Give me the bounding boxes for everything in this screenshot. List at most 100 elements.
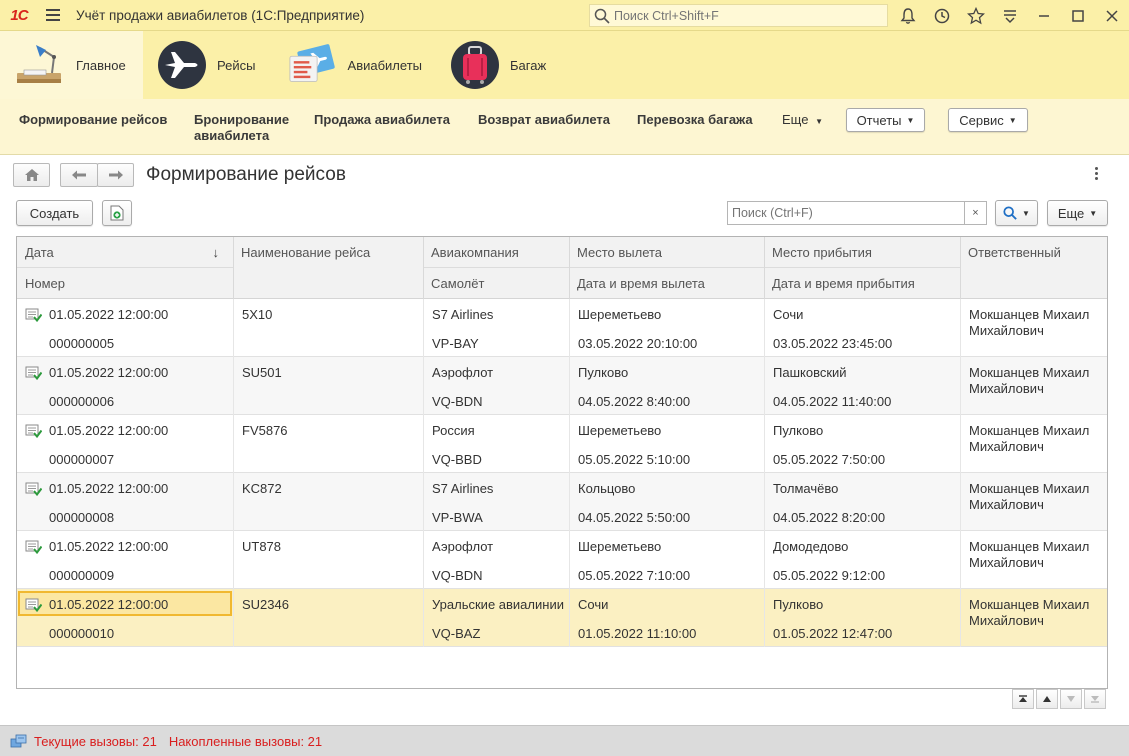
cell-number[interactable]: 000000010 — [49, 626, 114, 641]
table-row[interactable]: 01.05.2022 12:00:00 000000006 SU501 Аэро… — [17, 357, 1107, 415]
cell-flight-name[interactable]: 5Х10 — [242, 307, 272, 322]
column-header-number[interactable]: Номер — [17, 267, 233, 299]
search-button[interactable]: ▼ — [995, 200, 1038, 226]
cell-plane[interactable]: VP-BWA — [432, 510, 483, 525]
scroll-down-button[interactable] — [1060, 689, 1082, 709]
column-header-arrival-place[interactable]: Место прибытия — [764, 237, 960, 267]
cell-arrival-time[interactable]: 04.05.2022 11:40:00 — [773, 394, 891, 409]
main-menu-icon[interactable] — [38, 0, 68, 31]
cell-responsible[interactable]: Мокшанцев Михаил Михайлович — [969, 597, 1094, 629]
list-search-input[interactable] — [728, 202, 964, 224]
cell-departure-place[interactable]: Шереметьево — [578, 539, 661, 554]
column-header-plane[interactable]: Самолёт — [423, 267, 569, 299]
cell-arrival-time[interactable]: 04.05.2022 8:20:00 — [773, 510, 885, 525]
server-calls-icon[interactable] — [10, 733, 28, 749]
cell-plane[interactable]: VQ-BBD — [432, 452, 482, 467]
bell-icon[interactable] — [891, 0, 925, 31]
cell-responsible[interactable]: Мокшанцев Михаил Михайлович — [969, 539, 1094, 571]
close-icon[interactable] — [1095, 0, 1129, 31]
cell-departure-place[interactable]: Пулково — [578, 365, 628, 380]
cell-date[interactable]: 01.05.2022 12:00:00 — [49, 597, 168, 612]
more-actions-button[interactable]: Еще ▼ — [1047, 200, 1108, 226]
create-button[interactable]: Создать — [16, 200, 93, 226]
cell-airline[interactable]: S7 Airlines — [432, 481, 493, 496]
cell-number[interactable]: 000000008 — [49, 510, 114, 525]
global-search-input[interactable] — [614, 8, 874, 23]
cell-arrival-place[interactable]: Толмачёво — [773, 481, 838, 496]
cell-arrival-time[interactable]: 05.05.2022 7:50:00 — [773, 452, 885, 467]
cell-responsible[interactable]: Мокшанцев Михаил Михайлович — [969, 307, 1094, 339]
reports-button[interactable]: Отчеты ▼ — [846, 108, 925, 132]
scroll-to-top-button[interactable] — [1012, 689, 1034, 709]
cell-airline[interactable]: Уральские авиалинии — [432, 597, 564, 612]
section-flights[interactable]: Рейсы — [143, 31, 273, 99]
column-header-flight-name[interactable]: Наименование рейса — [233, 237, 423, 267]
column-header-arrival-time[interactable]: Дата и время прибытия — [764, 267, 960, 299]
create-based-on-button[interactable] — [102, 200, 132, 226]
cell-responsible[interactable]: Мокшанцев Михаил Михайлович — [969, 423, 1094, 455]
cell-arrival-time[interactable]: 03.05.2022 23:45:00 — [773, 336, 892, 351]
cell-plane[interactable]: VQ-BAZ — [432, 626, 480, 641]
cell-arrival-place[interactable]: Пулково — [773, 597, 823, 612]
scroll-up-button[interactable] — [1036, 689, 1058, 709]
service-button[interactable]: Сервис ▼ — [948, 108, 1028, 132]
column-header-departure-time[interactable]: Дата и время вылета — [569, 267, 764, 299]
table-row[interactable]: 01.05.2022 12:00:00 000000007 FV5876 Рос… — [17, 415, 1107, 473]
cell-departure-time[interactable]: 05.05.2022 5:10:00 — [578, 452, 690, 467]
cell-arrival-place[interactable]: Сочи — [773, 307, 803, 322]
cell-plane[interactable]: VQ-BDN — [432, 568, 483, 583]
column-header-date[interactable]: Дата ↓ — [17, 237, 233, 267]
cell-date[interactable]: 01.05.2022 12:00:00 — [49, 423, 168, 438]
cell-arrival-place[interactable]: Пашковский — [773, 365, 847, 380]
cell-departure-place[interactable]: Сочи — [578, 597, 608, 612]
menu-more-icon[interactable] — [993, 0, 1027, 31]
cell-responsible[interactable]: Мокшанцев Михаил Михайлович — [969, 481, 1094, 513]
flights-table[interactable]: Дата ↓ Номер Наименование рейса Авиакомп… — [16, 236, 1108, 689]
cell-date[interactable]: 01.05.2022 12:00:00 — [49, 365, 168, 380]
cell-number[interactable]: 000000005 — [49, 336, 114, 351]
cell-plane[interactable]: VQ-BDN — [432, 394, 483, 409]
section-main[interactable]: Главное — [0, 31, 143, 99]
cell-arrival-time[interactable]: 01.05.2022 12:47:00 — [773, 626, 892, 641]
minimize-icon[interactable] — [1027, 0, 1061, 31]
forward-button[interactable] — [97, 163, 134, 187]
list-search[interactable] — [727, 201, 965, 225]
cell-departure-place[interactable]: Кольцово — [578, 481, 635, 496]
cell-arrival-place[interactable]: Домодедово — [773, 539, 848, 554]
cell-flight-name[interactable]: KC872 — [242, 481, 282, 496]
cell-flight-name[interactable]: FV5876 — [242, 423, 288, 438]
cell-airline[interactable]: Аэрофлот — [432, 365, 493, 380]
section-baggage[interactable]: Багаж — [436, 31, 566, 99]
cell-date[interactable]: 01.05.2022 12:00:00 — [49, 539, 168, 554]
table-row[interactable]: 01.05.2022 12:00:00 000000008 KC872 S7 A… — [17, 473, 1107, 531]
search-clear-button[interactable]: × — [965, 201, 987, 225]
cell-departure-time[interactable]: 03.05.2022 20:10:00 — [578, 336, 697, 351]
section-tickets[interactable]: Авиабилеты — [273, 31, 436, 99]
cell-airline[interactable]: Аэрофлот — [432, 539, 493, 554]
cell-airline[interactable]: Россия — [432, 423, 475, 438]
cell-number[interactable]: 000000007 — [49, 452, 114, 467]
star-icon[interactable] — [959, 0, 993, 31]
cmd-flight-formation[interactable]: Формирование рейсов — [19, 112, 167, 128]
cmd-baggage-transport[interactable]: Перевозка багажа — [637, 112, 753, 128]
form-more-icon[interactable] — [1095, 167, 1098, 180]
cmd-ticket-sale[interactable]: Продажа авиабилета — [314, 112, 450, 128]
1c-logo[interactable]: 1С — [0, 0, 38, 31]
cell-responsible[interactable]: Мокшанцев Михаил Михайлович — [969, 365, 1094, 397]
cell-date[interactable]: 01.05.2022 12:00:00 — [49, 307, 168, 322]
column-header-airline[interactable]: Авиакомпания — [423, 237, 569, 267]
cell-airline[interactable]: S7 Airlines — [432, 307, 493, 322]
cell-arrival-time[interactable]: 05.05.2022 9:12:00 — [773, 568, 885, 583]
cell-flight-name[interactable]: UT878 — [242, 539, 281, 554]
function-more-menu[interactable]: Еще ▼ — [782, 112, 823, 127]
cell-flight-name[interactable]: SU501 — [242, 365, 282, 380]
cell-departure-time[interactable]: 05.05.2022 7:10:00 — [578, 568, 690, 583]
cmd-ticket-booking[interactable]: Бронирование авиабилета — [194, 112, 298, 144]
back-button[interactable] — [60, 163, 98, 187]
scroll-to-bottom-button[interactable] — [1084, 689, 1106, 709]
maximize-icon[interactable] — [1061, 0, 1095, 31]
cell-departure-place[interactable]: Шереметьево — [578, 423, 661, 438]
cell-flight-name[interactable]: SU2346 — [242, 597, 289, 612]
cell-departure-time[interactable]: 04.05.2022 8:40:00 — [578, 394, 690, 409]
global-search[interactable] — [589, 4, 888, 27]
